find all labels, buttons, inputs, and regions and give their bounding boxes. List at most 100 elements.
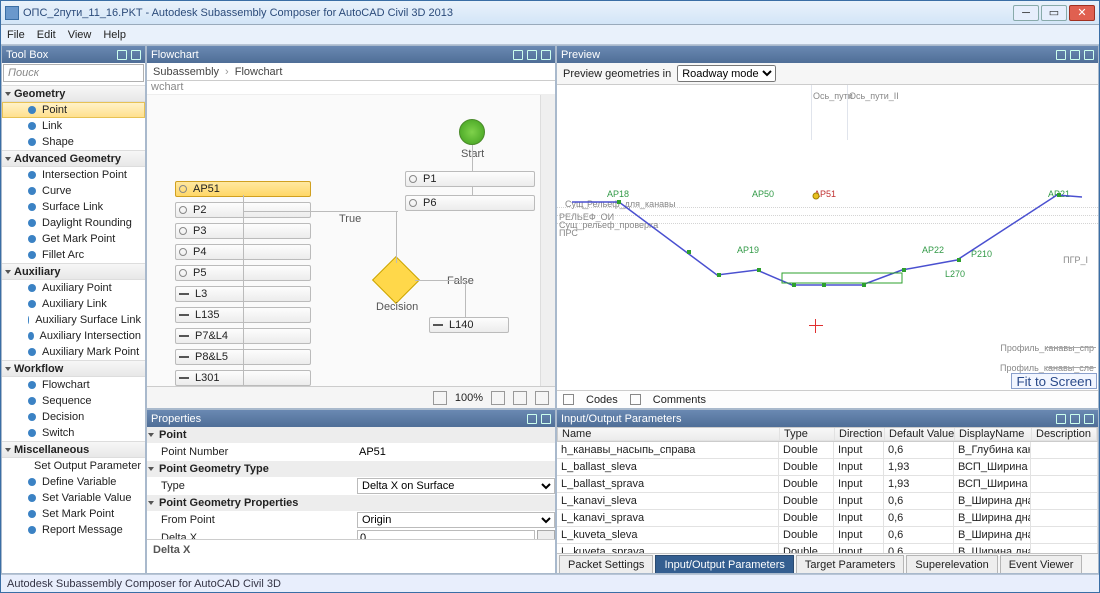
fit-width-icon[interactable] bbox=[491, 391, 505, 405]
panel-close-icon[interactable] bbox=[131, 50, 141, 60]
flowchart-canvas[interactable]: Start AP51P2P3P4P5L3L135P7&L4P8&L5L301 P… bbox=[147, 95, 555, 386]
zoom-toolbar: 100% bbox=[147, 386, 555, 408]
toolbox-item[interactable]: Link bbox=[2, 118, 145, 134]
pin-icon[interactable] bbox=[527, 50, 537, 60]
table-row[interactable]: L_kuveta_spravaDoubleInput0,6В_Ширина дн… bbox=[557, 544, 1098, 553]
menu-help[interactable]: Help bbox=[103, 29, 126, 41]
toolbox-item[interactable]: Get Mark Point bbox=[2, 231, 145, 247]
canvas-path: wchart bbox=[147, 81, 555, 95]
dropdown-icon[interactable] bbox=[1056, 50, 1066, 60]
table-row[interactable]: L_ballast_spravaDoubleInput1,93ВСП_Ширин… bbox=[557, 476, 1098, 493]
table-row[interactable]: L_kanavi_spravaDoubleInput0,6В_Ширина дн… bbox=[557, 510, 1098, 527]
toolbox-item[interactable]: Define Variable bbox=[2, 474, 145, 490]
toolbox-item[interactable]: Set Output Parameter bbox=[2, 458, 145, 474]
toolbox-category[interactable]: Advanced Geometry bbox=[2, 150, 145, 167]
node-p1[interactable]: P1 bbox=[405, 171, 535, 187]
start-node[interactable] bbox=[459, 119, 485, 145]
toolbox-item[interactable]: Intersection Point bbox=[2, 167, 145, 183]
zoom-search-icon[interactable] bbox=[433, 391, 447, 405]
propcat-pgt[interactable]: Point Geometry Type bbox=[147, 461, 555, 477]
toolbox-item[interactable]: Shape bbox=[2, 134, 145, 150]
toolbox-item[interactable]: Auxiliary Mark Point bbox=[2, 344, 145, 360]
toolbox-item[interactable]: Switch bbox=[2, 425, 145, 441]
toolbox-item[interactable]: Daylight Rounding bbox=[2, 215, 145, 231]
table-row[interactable]: L_kanavi_slevaDoubleInput0,6В_Ширина дна… bbox=[557, 493, 1098, 510]
toolbox-item[interactable]: Auxiliary Link bbox=[2, 296, 145, 312]
node-l140[interactable]: L140 bbox=[429, 317, 509, 333]
tab-packet-settings[interactable]: Packet Settings bbox=[559, 555, 653, 573]
toolbox-item[interactable]: Flowchart bbox=[2, 377, 145, 393]
codes-checkbox[interactable] bbox=[563, 394, 574, 405]
fit-to-screen-button[interactable]: Fit to Screen bbox=[1011, 373, 1097, 389]
table-row[interactable]: L_kuveta_slevaDoubleInput0,6В_Ширина дна… bbox=[557, 527, 1098, 544]
toolbox-item[interactable]: Set Mark Point bbox=[2, 506, 145, 522]
node-p6[interactable]: P6 bbox=[405, 195, 535, 211]
toolbox-item[interactable]: Set Variable Value bbox=[2, 490, 145, 506]
comments-checkbox[interactable] bbox=[630, 394, 641, 405]
io-title: Input/Output Parameters bbox=[561, 413, 681, 425]
toolbox-category[interactable]: Miscellaneous bbox=[2, 441, 145, 458]
canvas-scrollbar[interactable] bbox=[540, 95, 555, 386]
tab-io-parameters[interactable]: Input/Output Parameters bbox=[655, 555, 793, 573]
tab-target-parameters[interactable]: Target Parameters bbox=[796, 555, 904, 573]
pin-icon[interactable] bbox=[1070, 50, 1080, 60]
toolbox-item[interactable]: Auxiliary Intersection bbox=[2, 328, 145, 344]
toolbox-category[interactable]: Auxiliary bbox=[2, 263, 145, 280]
menu-bar: File Edit View Help bbox=[1, 25, 1099, 45]
decision-node[interactable] bbox=[372, 256, 420, 304]
minimize-button[interactable]: ─ bbox=[1013, 5, 1039, 21]
preview-title: Preview bbox=[561, 49, 600, 61]
preview-viewport[interactable]: Ось_пути Ось_пути_II AP18 AP50 AP51 AP21… bbox=[557, 85, 1098, 390]
toolbox-panel: Tool Box Поиск GeometryPointLinkShapeAdv… bbox=[1, 45, 146, 574]
panel-close-icon[interactable] bbox=[1084, 50, 1094, 60]
menu-edit[interactable]: Edit bbox=[37, 29, 56, 41]
true-label: True bbox=[339, 213, 361, 225]
toolbox-item[interactable]: Fillet Arc bbox=[2, 247, 145, 263]
zoom-value: 100% bbox=[455, 392, 483, 404]
breadcrumb-flowchart[interactable]: Flowchart bbox=[235, 66, 283, 78]
toolbox-item[interactable]: Sequence bbox=[2, 393, 145, 409]
prop-val-frompoint[interactable]: Origin bbox=[357, 512, 555, 528]
breadcrumb-subassembly[interactable]: Subassembly bbox=[153, 66, 219, 78]
panel-close-icon[interactable] bbox=[541, 50, 551, 60]
propcat-pgp[interactable]: Point Geometry Properties bbox=[147, 495, 555, 511]
prop-ellipsis-button[interactable]: … bbox=[537, 530, 555, 539]
prop-key-pointnumber: Point Number bbox=[147, 446, 357, 458]
prop-val-pointnumber[interactable] bbox=[357, 444, 555, 460]
search-input[interactable]: Поиск bbox=[3, 64, 144, 82]
toolbox-item[interactable]: Auxiliary Surface Link bbox=[2, 312, 145, 328]
maximize-button[interactable]: ▭ bbox=[1041, 5, 1067, 21]
pin-icon[interactable] bbox=[527, 414, 537, 424]
comments-label: Comments bbox=[653, 394, 706, 406]
close-button[interactable]: ✕ bbox=[1069, 5, 1095, 21]
toolbox-category[interactable]: Geometry bbox=[2, 85, 145, 102]
overview-icon[interactable] bbox=[535, 391, 549, 405]
toolbox-item[interactable]: Point bbox=[2, 102, 145, 118]
toolbox-item[interactable]: Decision bbox=[2, 409, 145, 425]
toolbox-item[interactable]: Report Message bbox=[2, 522, 145, 538]
panel-close-icon[interactable] bbox=[541, 414, 551, 424]
toolbox-item[interactable]: Curve bbox=[2, 183, 145, 199]
table-row[interactable]: h_канавы_насыпь_справаDoubleInput0,6В_Гл… bbox=[557, 442, 1098, 459]
tab-superelevation[interactable]: Superelevation bbox=[906, 555, 997, 573]
menu-file[interactable]: File bbox=[7, 29, 25, 41]
toolbox-category[interactable]: Workflow bbox=[2, 360, 145, 377]
toolbox-item[interactable]: Auxiliary Point bbox=[2, 280, 145, 296]
preview-mode-select[interactable]: Roadway mode bbox=[677, 65, 776, 82]
properties-title: Properties bbox=[151, 413, 201, 425]
io-parameters-panel: Input/Output Parameters NameTypeDirectio… bbox=[556, 409, 1099, 574]
toolbox-item[interactable]: Surface Link bbox=[2, 199, 145, 215]
panel-close-icon[interactable] bbox=[1084, 414, 1094, 424]
expand-icon[interactable] bbox=[513, 50, 523, 60]
menu-view[interactable]: View bbox=[68, 29, 92, 41]
fit-page-icon[interactable] bbox=[513, 391, 527, 405]
dropdown-icon[interactable] bbox=[1056, 414, 1066, 424]
pin-icon[interactable] bbox=[117, 50, 127, 60]
tab-event-viewer[interactable]: Event Viewer bbox=[1000, 555, 1083, 573]
prop-val-deltax[interactable] bbox=[357, 530, 535, 539]
preview-panel: Preview Preview geometries in Roadway mo… bbox=[556, 45, 1099, 409]
table-row[interactable]: L_ballast_slevaDoubleInput1,93ВСП_Ширина… bbox=[557, 459, 1098, 476]
pin-icon[interactable] bbox=[1070, 414, 1080, 424]
prop-val-type[interactable]: Delta X on Surface bbox=[357, 478, 555, 494]
propcat-point[interactable]: Point bbox=[147, 427, 555, 443]
